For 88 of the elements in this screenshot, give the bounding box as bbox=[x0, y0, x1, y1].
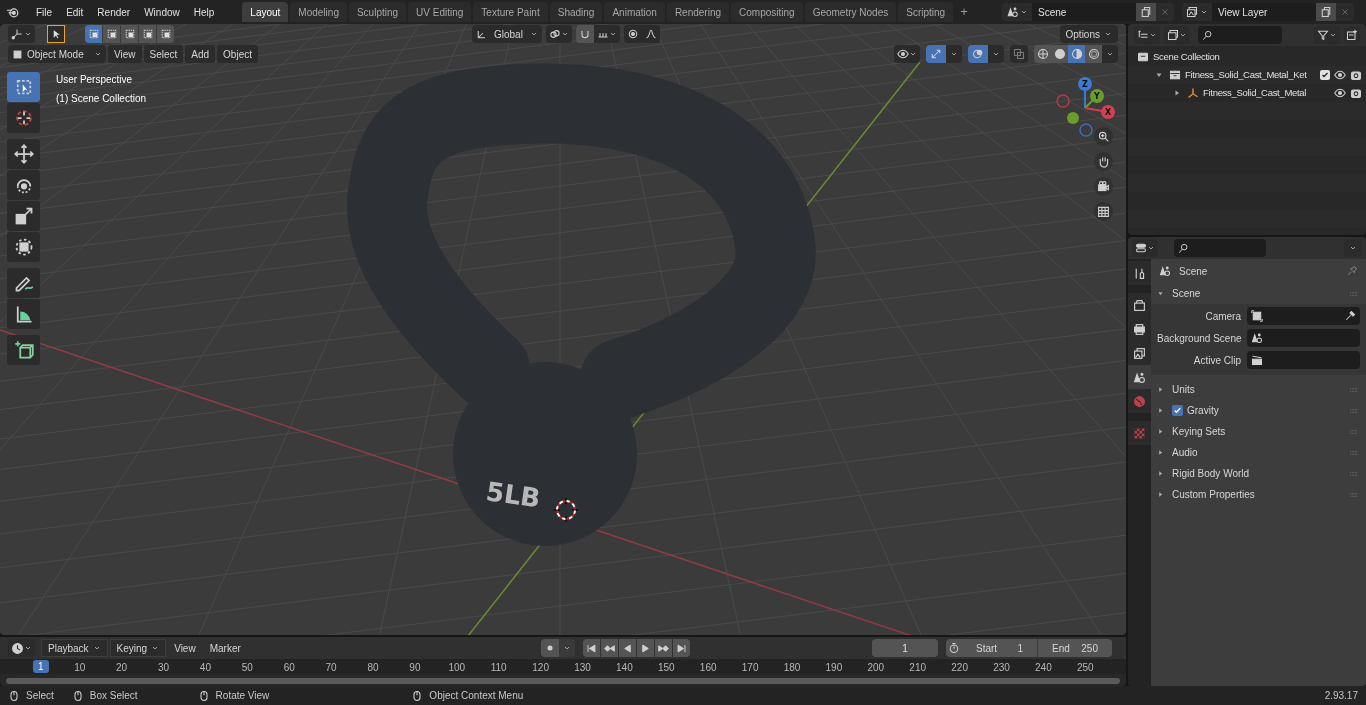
add-workspace-button[interactable]: + bbox=[955, 2, 973, 22]
viewport-info-text: (1) Scene Collection bbox=[56, 92, 147, 106]
field-label: Background Scene bbox=[1157, 331, 1241, 346]
panel-header[interactable]: Gravity bbox=[1157, 400, 1360, 421]
menu-item[interactable]: Help bbox=[187, 2, 221, 22]
model-label-text: 5LB bbox=[484, 476, 543, 514]
workspace-tab[interactable]: Texture Paint bbox=[473, 2, 548, 22]
panel-title: Scene bbox=[1172, 287, 1202, 301]
frame-number: 120 bbox=[532, 661, 549, 675]
orientation-dropdown[interactable]: Global bbox=[472, 25, 542, 43]
mode-dropdown[interactable]: Object Mode bbox=[8, 45, 106, 63]
field-label: Active Clip bbox=[1192, 353, 1241, 368]
navigation-gizmo[interactable]: Z Y X bbox=[1056, 77, 1115, 137]
viewport-menu[interactable]: Add bbox=[185, 45, 216, 63]
options-dropdown[interactable]: Options bbox=[1059, 25, 1118, 43]
frame-number: 110 bbox=[490, 661, 507, 675]
viewport-menu[interactable]: View bbox=[108, 45, 142, 63]
status-hint: Rotate View bbox=[215, 689, 270, 703]
status-hint: Object Context Menu bbox=[429, 689, 524, 703]
workspace-tab[interactable]: Rendering bbox=[666, 2, 730, 22]
panel-header[interactable]: Rigid Body World bbox=[1157, 463, 1360, 484]
panel-title: Audio bbox=[1172, 446, 1199, 460]
start-frame-field[interactable]: Start 1 bbox=[962, 639, 1038, 657]
view-layer-field[interactable]: View Layer bbox=[1212, 3, 1316, 21]
menu-item[interactable]: Window bbox=[138, 2, 186, 22]
panel-title: Custom Properties bbox=[1172, 488, 1256, 502]
outliner-item[interactable]: Fitness_Solid_Cast_Metal bbox=[1203, 85, 1334, 101]
scene-field[interactable]: Scene bbox=[1032, 3, 1136, 21]
panel-title: Gravity bbox=[1187, 404, 1220, 418]
workspace-tab[interactable]: Shading bbox=[549, 2, 603, 22]
workspace-tab[interactable]: Modeling bbox=[290, 2, 347, 22]
viewport-menu[interactable]: Select bbox=[143, 45, 184, 63]
frame-number: 170 bbox=[741, 661, 759, 675]
outliner-item[interactable]: Scene Collection bbox=[1153, 49, 1362, 65]
timeline-menu[interactable]: Playback bbox=[41, 639, 108, 657]
end-frame-field[interactable]: End 250 bbox=[1038, 639, 1112, 657]
menu-item[interactable]: File bbox=[30, 2, 59, 22]
frame-number: 160 bbox=[699, 661, 717, 675]
frame-number: 130 bbox=[574, 661, 591, 675]
field-label: Camera bbox=[1204, 309, 1241, 324]
frame-number: 190 bbox=[825, 661, 843, 675]
workspace-tab[interactable]: Geometry Nodes bbox=[804, 2, 897, 22]
frame-number: 230 bbox=[993, 661, 1010, 675]
playhead[interactable]: 1 bbox=[33, 660, 49, 673]
frame-number: 210 bbox=[909, 661, 927, 675]
frame-number: 220 bbox=[951, 661, 968, 675]
current-frame-field[interactable]: 1 bbox=[872, 639, 938, 657]
panel-title: Keying Sets bbox=[1172, 425, 1227, 439]
workspace-tab[interactable]: Sculpting bbox=[348, 2, 407, 22]
frame-number: 140 bbox=[616, 661, 633, 675]
frame-number: 40 bbox=[199, 661, 211, 675]
frame-number: 10 bbox=[74, 661, 86, 675]
frame-number: 250 bbox=[1076, 661, 1094, 675]
timeline-menu[interactable]: Keying bbox=[109, 639, 167, 657]
frame-number: 100 bbox=[448, 661, 466, 675]
frame-number: 70 bbox=[325, 661, 337, 675]
frame-number: 90 bbox=[409, 661, 421, 675]
context-label: Scene bbox=[1179, 264, 1209, 279]
frame-number: 200 bbox=[867, 661, 885, 675]
panel-title: Units bbox=[1172, 383, 1196, 397]
frame-number: 180 bbox=[783, 661, 801, 675]
workspace-tab[interactable]: Animation bbox=[604, 2, 665, 22]
viewport-menu[interactable]: Object bbox=[217, 45, 258, 63]
version-label: 2.93.17 bbox=[1324, 689, 1358, 703]
frame-number: 60 bbox=[283, 661, 295, 675]
workspace-tab[interactable]: Layout bbox=[242, 2, 289, 22]
menu-item[interactable]: Edit bbox=[60, 2, 90, 22]
menu-item[interactable]: Render bbox=[91, 2, 137, 22]
viewport-info-text: User Perspective bbox=[56, 73, 134, 87]
timeline-menu[interactable]: Marker bbox=[203, 639, 247, 657]
panel-header[interactable]: Keying Sets bbox=[1157, 421, 1360, 442]
frame-number: 20 bbox=[116, 661, 128, 675]
workspace-tab[interactable]: Compositing bbox=[731, 2, 803, 22]
workspace-tab[interactable]: Scripting bbox=[898, 2, 954, 22]
frame-number: 30 bbox=[157, 661, 170, 675]
panel-title: Rigid Body World bbox=[1172, 467, 1251, 481]
panel-header[interactable]: Units bbox=[1157, 379, 1360, 400]
frame-number: 50 bbox=[241, 661, 253, 675]
outliner-item[interactable]: Fitness_Solid_Cast_Metal_Ket bbox=[1185, 67, 1316, 83]
frame-number: 80 bbox=[367, 661, 379, 675]
status-hint: Select bbox=[26, 689, 54, 703]
workspace-tab[interactable]: UV Editing bbox=[408, 2, 472, 22]
panel-header[interactable]: Custom Properties bbox=[1157, 484, 1360, 505]
frame-number: 240 bbox=[1035, 661, 1052, 675]
timeline-menu[interactable]: View bbox=[168, 639, 202, 657]
frame-number: 150 bbox=[657, 661, 675, 675]
panel-header[interactable]: Audio bbox=[1157, 442, 1360, 463]
status-hint: Box Select bbox=[89, 689, 138, 703]
